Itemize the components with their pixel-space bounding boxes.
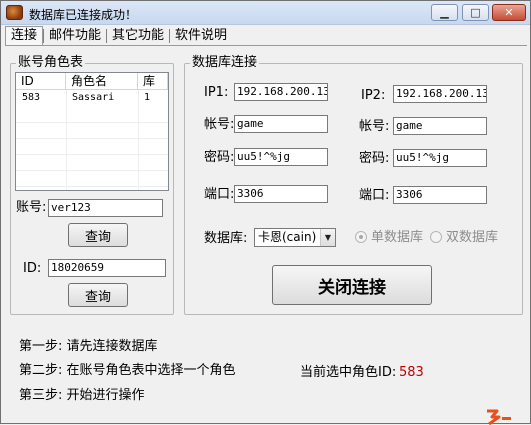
watermark-logo-icon: [487, 409, 511, 425]
account-input[interactable]: ver123: [48, 199, 163, 217]
selected-role-label: 当前选中角色ID:: [300, 365, 397, 380]
window-title: 数据库已连接成功！: [29, 8, 138, 22]
grid-line: [16, 122, 168, 123]
account-label: 账号:: [16, 200, 47, 215]
grid-line: [16, 154, 168, 155]
selected-role-value: 583: [399, 365, 424, 380]
tab-underline: [5, 45, 527, 46]
cell-db: 1: [144, 92, 151, 103]
port1-label: 端口:: [204, 187, 235, 202]
grid-line: [138, 90, 139, 190]
title-bar: 数据库已连接成功！ ▁ □ ✕: [1, 1, 530, 25]
grid-line: [16, 170, 168, 171]
single-db-radio[interactable]: [355, 231, 367, 243]
account2-input[interactable]: game: [393, 117, 487, 135]
close-button[interactable]: ✕: [492, 4, 526, 21]
double-db-radio[interactable]: [430, 231, 442, 243]
id-input[interactable]: 18020659: [48, 259, 166, 277]
minimize-button[interactable]: ▁: [431, 4, 458, 21]
chevron-down-icon[interactable]: ▼: [320, 229, 335, 246]
grid-line: [66, 90, 67, 190]
close-connection-button[interactable]: 关闭连接: [272, 265, 432, 305]
account1-input[interactable]: game: [234, 115, 328, 133]
ip1-input[interactable]: 192.168.200.131: [234, 83, 328, 101]
single-db-label: 单数据库: [371, 230, 424, 245]
id-label: ID:: [23, 261, 42, 276]
db-connection-group-title: 数据库连接: [190, 55, 260, 71]
port2-input[interactable]: 3306: [393, 186, 487, 204]
database-select-value: 卡恩(cain): [258, 230, 317, 244]
tab-other[interactable]: 其它功能: [107, 27, 169, 45]
column-header-id[interactable]: ID: [16, 73, 66, 89]
grid-line: [16, 138, 168, 139]
ip1-label: IP1:: [204, 85, 229, 100]
port1-input[interactable]: 3306: [234, 185, 328, 203]
cell-id: 583: [22, 92, 41, 103]
tab-mail[interactable]: 邮件功能: [44, 27, 106, 45]
tab-connect[interactable]: 连接: [5, 26, 44, 45]
account-role-list[interactable]: ID 角色名 库 583 Sassari 1: [15, 72, 169, 191]
password2-input[interactable]: uu5!^%jg: [393, 149, 487, 167]
query-account-button[interactable]: 查询: [68, 223, 128, 247]
cell-role-name: Sassari: [72, 92, 115, 103]
password1-input[interactable]: uu5!^%jg: [234, 148, 328, 166]
step-1-text: 第一步: 请先连接数据库: [19, 339, 158, 354]
app-icon: [6, 5, 23, 20]
double-db-label: 双数据库: [446, 230, 499, 245]
account-role-group-title: 账号角色表: [16, 55, 86, 71]
list-row[interactable]: 583 Sassari 1: [16, 90, 168, 106]
list-header: ID 角色名 库: [16, 73, 168, 90]
column-header-db[interactable]: 库: [138, 73, 168, 89]
step-2-text: 第二步: 在账号角色表中选择一个角色: [19, 363, 236, 378]
ip2-label: IP2:: [361, 88, 386, 103]
password2-label: 密码:: [359, 151, 390, 166]
main-window: 数据库已连接成功！ ▁ □ ✕ 连接 邮件功能 其它功能 软件说明 账号角色表 …: [0, 0, 531, 425]
grid-line: [16, 186, 168, 187]
maximize-button[interactable]: □: [462, 4, 489, 21]
database-label: 数据库:: [204, 231, 248, 246]
tab-about[interactable]: 软件说明: [170, 27, 232, 45]
account2-label: 帐号:: [359, 119, 390, 134]
step-3-text: 第三步: 开始进行操作: [19, 388, 145, 403]
database-select[interactable]: 卡恩(cain) ▼: [254, 228, 336, 247]
tab-bar: 连接 邮件功能 其它功能 软件说明: [5, 26, 232, 45]
ip2-input[interactable]: 192.168.200.131: [393, 85, 487, 103]
port2-label: 端口:: [359, 188, 390, 203]
column-header-role-name[interactable]: 角色名: [66, 73, 138, 89]
account1-label: 帐号:: [204, 117, 235, 132]
password1-label: 密码:: [204, 150, 235, 165]
query-id-button[interactable]: 查询: [68, 283, 128, 307]
